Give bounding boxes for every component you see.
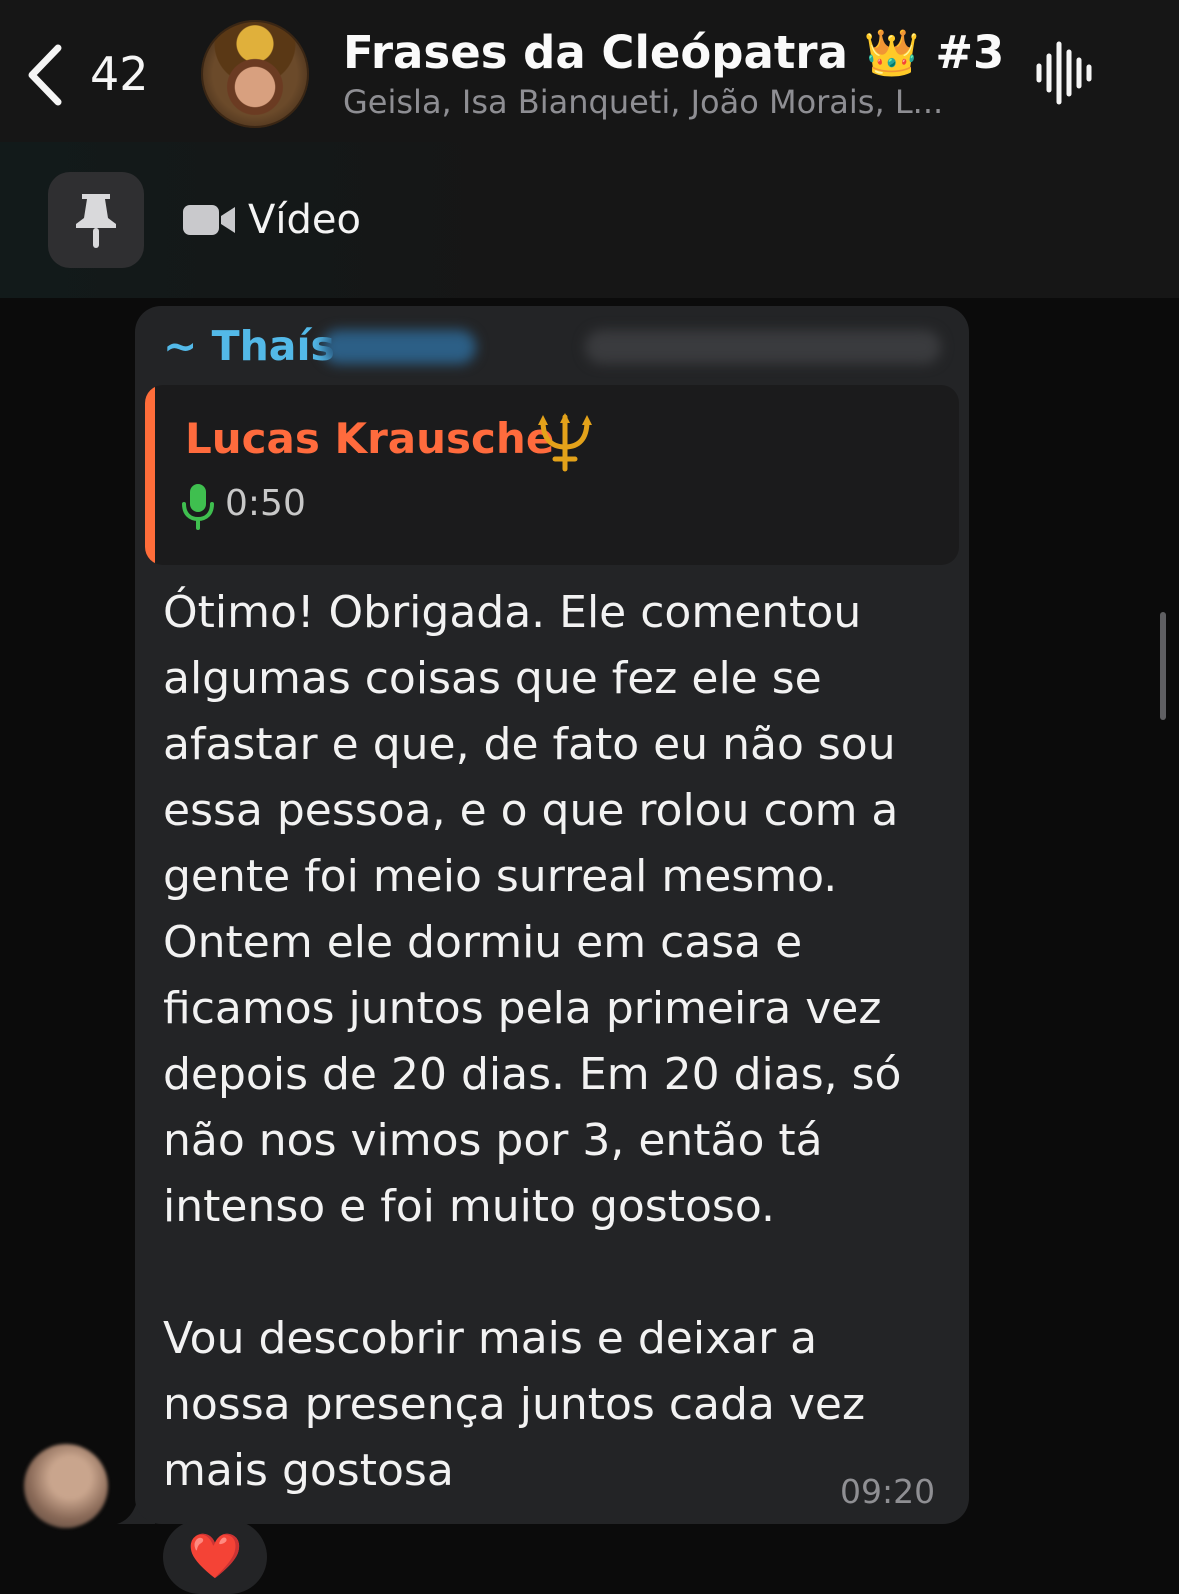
message-time: 09:20 xyxy=(840,1472,936,1511)
pinned-label: Vídeo xyxy=(248,197,361,243)
sender-avatar[interactable] xyxy=(24,1444,108,1528)
waveform-icon[interactable] xyxy=(1035,40,1095,106)
video-camera-icon xyxy=(183,205,235,235)
unread-count[interactable]: 42 xyxy=(90,44,149,104)
chat-title[interactable]: Frases da Cleópatra 👑 #3 xyxy=(343,24,1004,82)
microphone-icon xyxy=(182,484,214,530)
sender-name[interactable]: ~ Thaís xyxy=(163,320,335,372)
scroll-indicator[interactable] xyxy=(1160,612,1166,720)
reply-author: Lucas Krausche xyxy=(185,414,555,463)
trident-icon xyxy=(538,413,592,472)
chat-members[interactable]: Geisla, Isa Bianqueti, João Morais, L... xyxy=(343,82,943,122)
redacted-phone xyxy=(585,330,941,364)
chevron-left-icon[interactable] xyxy=(22,40,68,110)
redacted-surname xyxy=(322,330,476,364)
group-avatar[interactable] xyxy=(201,20,309,128)
pinned-message-bar[interactable] xyxy=(0,142,1179,299)
reply-accent-bar xyxy=(145,385,155,565)
message-text: Ótimo! Obrigada. Ele comentou algumas co… xyxy=(163,587,902,1496)
heart-reaction[interactable]: ❤️ xyxy=(163,1520,267,1594)
pin-icon xyxy=(76,194,116,248)
pin-button[interactable] xyxy=(48,172,144,268)
voice-duration: 0:50 xyxy=(225,483,306,524)
